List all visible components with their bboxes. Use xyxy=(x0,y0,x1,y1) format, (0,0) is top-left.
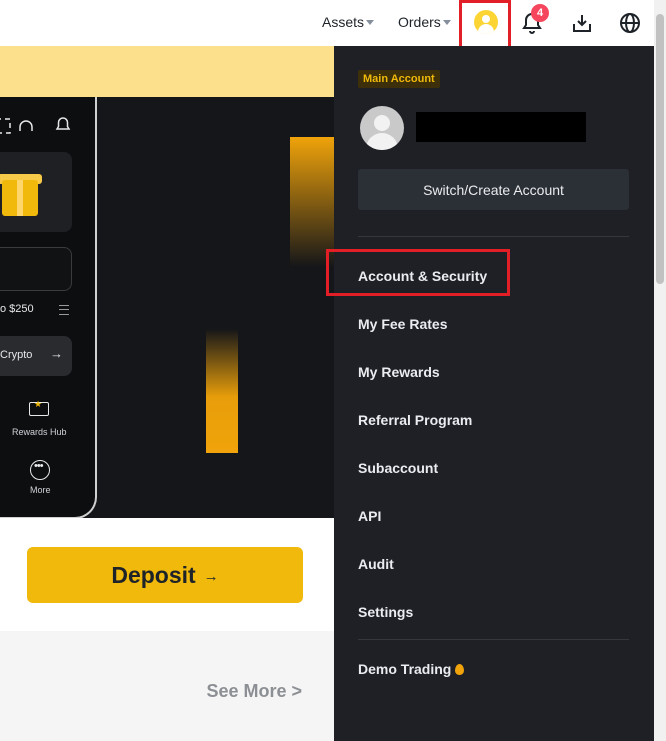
account-security-highlight-box xyxy=(326,249,510,296)
assets-label: Assets xyxy=(322,14,365,30)
top-nav: Assets Orders 4 xyxy=(0,0,666,46)
decorative-bar xyxy=(206,329,238,453)
arrow-right-icon: → xyxy=(203,568,219,585)
switch-create-account-button[interactable]: Switch/Create Account xyxy=(358,169,629,210)
menu-item-audit[interactable]: Audit xyxy=(358,556,394,572)
phone-header-icons xyxy=(0,118,33,134)
globe-icon[interactable] xyxy=(618,11,642,35)
gift-card xyxy=(0,152,72,232)
scrollbar-thumb[interactable] xyxy=(656,14,664,284)
promo-text: o $250 xyxy=(0,303,34,315)
account-dropdown: Main Account Switch/Create Account Accou… xyxy=(334,46,654,741)
hero-section: o $250 Crypto → ★ Rewards Hub ••• More xyxy=(0,97,334,518)
more-label: More xyxy=(30,485,51,495)
decorative-bar xyxy=(290,137,334,267)
demo-trading-label: Demo Trading xyxy=(358,661,452,677)
deposit-section: Deposit → xyxy=(0,518,334,631)
menu-item-fee-rates[interactable]: My Fee Rates xyxy=(358,316,447,332)
hamburger-icon xyxy=(59,305,69,315)
menu-item-api[interactable]: API xyxy=(358,508,381,524)
arrow-right-icon: → xyxy=(50,346,63,361)
orders-menu[interactable]: Orders xyxy=(398,14,451,30)
see-more-section: See More > xyxy=(0,631,334,741)
redacted-user-info xyxy=(416,112,586,142)
profile-avatar-icon xyxy=(360,106,404,150)
orders-label: Orders xyxy=(398,14,441,30)
divider xyxy=(358,639,629,640)
divider xyxy=(358,236,629,237)
dots-icon: ••• xyxy=(34,460,44,472)
menu-item-subaccount[interactable]: Subaccount xyxy=(358,460,438,476)
menu-item-rewards[interactable]: My Rewards xyxy=(358,364,440,380)
download-icon[interactable] xyxy=(570,11,594,35)
crypto-label: Crypto xyxy=(0,349,33,361)
notification-badge: 4 xyxy=(531,4,549,22)
chevron-down-icon xyxy=(442,20,451,25)
menu-item-referral[interactable]: Referral Program xyxy=(358,412,472,428)
chevron-down-icon xyxy=(366,20,375,25)
crypto-button: Crypto → xyxy=(0,336,72,376)
bell-icon xyxy=(55,117,71,130)
deposit-button[interactable]: Deposit → xyxy=(27,547,303,603)
rewards-hub-label: Rewards Hub xyxy=(12,427,67,437)
see-more-link[interactable]: See More > xyxy=(206,681,302,702)
assets-menu[interactable]: Assets xyxy=(322,14,375,30)
menu-item-settings[interactable]: Settings xyxy=(358,604,413,620)
announcement-banner[interactable] xyxy=(0,46,334,97)
deposit-label: Deposit xyxy=(111,561,196,588)
phone-input-box xyxy=(0,247,72,291)
star-icon: ★ xyxy=(34,399,43,409)
flame-icon xyxy=(455,664,465,675)
menu-item-demo-trading[interactable]: Demo Trading xyxy=(358,661,465,677)
main-account-badge: Main Account xyxy=(358,70,440,88)
